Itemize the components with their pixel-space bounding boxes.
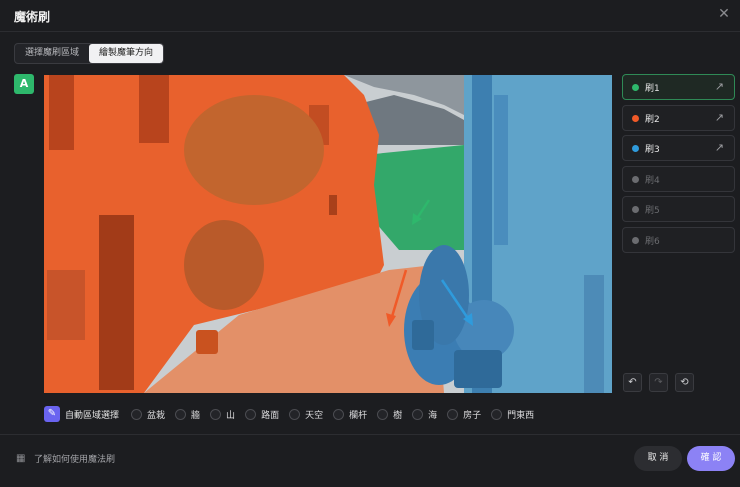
brush-label: 刷3 xyxy=(645,145,660,155)
magic-wand-icon[interactable]: ✎ xyxy=(44,406,60,422)
category-label: 天空 xyxy=(305,410,324,421)
arrow-diagonal-icon[interactable]: ↗ xyxy=(715,80,724,93)
radio-icon[interactable] xyxy=(447,408,459,420)
brush-item-4[interactable]: 刷4 xyxy=(622,165,735,192)
radio-icon[interactable] xyxy=(491,408,503,420)
brush-color-dot xyxy=(632,236,639,244)
radio-icon[interactable] xyxy=(333,408,345,420)
brush-color-dot xyxy=(632,145,639,152)
brush-label: 刷5 xyxy=(645,206,660,216)
category-option[interactable]: 門東西 xyxy=(491,408,534,421)
close-icon[interactable]: ✕ xyxy=(716,6,732,22)
category-option[interactable]: 牆 xyxy=(175,408,200,421)
category-label: 牆 xyxy=(191,410,201,421)
redo-icon[interactable]: ↷ xyxy=(649,373,668,392)
help-book-icon: ▦ xyxy=(16,453,26,464)
radio-icon[interactable] xyxy=(377,408,389,420)
category-label: 盆栽 xyxy=(147,410,166,421)
brush-item-6[interactable]: 刷6 xyxy=(622,226,735,253)
auto-select-label[interactable]: 自動區域選擇 xyxy=(65,408,119,421)
tab-select-region[interactable]: 選擇魔刷區域 xyxy=(15,44,89,63)
brush-item-2[interactable]: 刷2 ↗ xyxy=(622,104,735,131)
brush-color-dot xyxy=(632,84,639,91)
brush-list: 刷1 ↗ 刷2 ↗ 刷3 ↗ 刷4 刷5 刷6 xyxy=(622,74,735,257)
category-label: 欄杆 xyxy=(349,410,368,421)
dialog-title: 魔術刷 xyxy=(14,10,51,24)
radio-icon[interactable] xyxy=(131,408,143,420)
dialog-header: 魔術刷 ✕ xyxy=(0,0,740,32)
category-label: 路面 xyxy=(261,410,280,421)
brush-color-dot xyxy=(632,114,639,122)
brush-color-dot xyxy=(632,175,639,183)
reset-icon[interactable]: ⟲ xyxy=(675,373,694,392)
category-label: 山 xyxy=(226,410,236,421)
brush-item-5[interactable]: 刷5 xyxy=(622,196,735,222)
category-option[interactable]: 欄杆 xyxy=(333,408,367,421)
category-option[interactable]: 海 xyxy=(412,408,437,421)
radio-icon[interactable] xyxy=(245,408,257,420)
help-link[interactable]: ▦ 了解如何使用魔法刷 xyxy=(16,452,115,465)
arrow-diagonal-icon[interactable]: ↗ xyxy=(715,111,724,124)
radio-icon[interactable] xyxy=(210,408,222,420)
arrow-diagonal-icon[interactable]: ↗ xyxy=(715,141,724,154)
category-bar: ✎ 自動區域選擇 盆栽 牆 山 路面 天空 欄杆 樹 海 房子 門東西 xyxy=(44,405,544,423)
category-label: 樹 xyxy=(393,410,403,421)
edited-photo xyxy=(44,75,612,393)
auto-mode-badge[interactable]: A xyxy=(14,74,34,94)
history-tools: ↶ ↷ ⟲ xyxy=(623,373,694,392)
category-options: 盆栽 牆 山 路面 天空 欄杆 樹 海 房子 門東西 xyxy=(131,408,544,421)
category-option[interactable]: 樹 xyxy=(377,408,402,421)
brush-color-dot xyxy=(632,206,639,213)
category-option[interactable]: 山 xyxy=(210,408,235,421)
image-canvas[interactable] xyxy=(44,75,612,393)
radio-icon[interactable] xyxy=(412,408,424,420)
cancel-button[interactable]: 取 消 xyxy=(634,446,682,471)
footer-divider xyxy=(0,434,740,435)
tab-draw-direction[interactable]: 繪製魔筆方向 xyxy=(89,44,164,63)
radio-icon[interactable] xyxy=(289,408,301,420)
category-label: 海 xyxy=(428,410,438,421)
category-option[interactable]: 盆栽 xyxy=(131,408,165,421)
brush-item-1[interactable]: 刷1 ↗ xyxy=(622,74,735,100)
category-label: 房子 xyxy=(463,410,482,421)
mode-tabs: 選擇魔刷區域 繪製魔筆方向 xyxy=(14,43,165,64)
brush-item-3[interactable]: 刷3 ↗ xyxy=(622,135,735,161)
confirm-button[interactable]: 確 認 xyxy=(687,446,735,471)
help-label[interactable]: 了解如何使用魔法刷 xyxy=(34,452,115,465)
radio-icon[interactable] xyxy=(175,408,187,420)
undo-icon[interactable]: ↶ xyxy=(623,373,642,392)
tree-region xyxy=(184,95,324,205)
category-option[interactable]: 房子 xyxy=(447,408,481,421)
brush-label: 刷2 xyxy=(645,114,660,125)
category-label: 門東西 xyxy=(507,410,535,421)
category-option[interactable]: 路面 xyxy=(245,408,279,421)
brush-label: 刷4 xyxy=(645,175,660,186)
category-option[interactable]: 天空 xyxy=(289,408,323,421)
brush-label: 刷1 xyxy=(645,84,660,94)
brush-label: 刷6 xyxy=(645,236,660,247)
